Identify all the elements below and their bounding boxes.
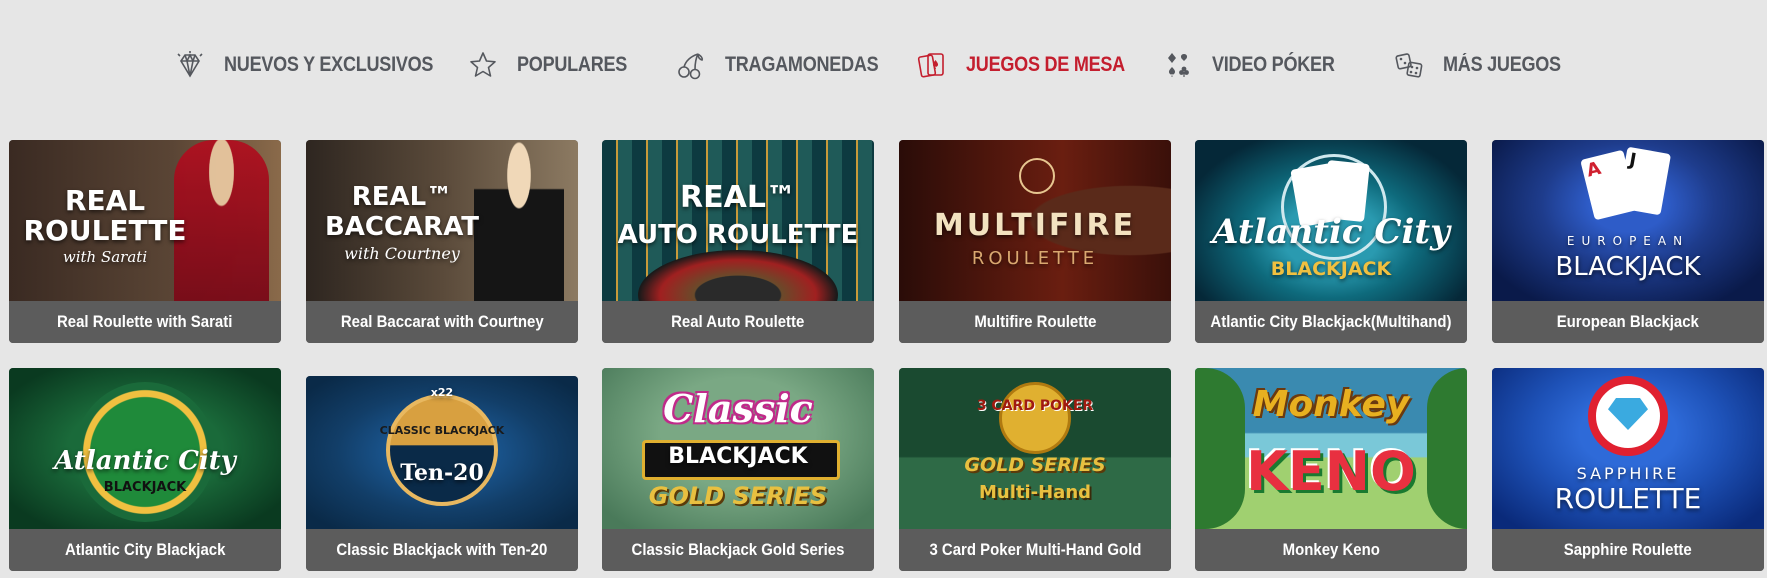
game-title: Sapphire Roulette xyxy=(1492,529,1764,571)
game-thumbnail: Monkey KENO xyxy=(1195,368,1467,529)
game-thumbnail: REAL ROULETTE with Sarati xyxy=(9,140,281,301)
game-card[interactable]: Classic BLACKJACK GOLD SERIES Classic Bl… xyxy=(602,368,874,571)
game-thumbnail: Atlantic City BLACKJACK xyxy=(1195,140,1467,301)
game-thumbnail: REAL™ AUTO ROULETTE xyxy=(602,140,874,301)
game-card[interactable]: SAPPHIRE ROULETTE Sapphire Roulette xyxy=(1492,368,1764,571)
game-card[interactable]: Atlantic City BLACKJACK Atlantic City Bl… xyxy=(1195,140,1467,343)
game-thumbnail: x22 CLASSIC BLACKJACK Ten-20 xyxy=(306,376,578,529)
game-card[interactable]: A J EUROPEAN BLACKJACK European Blackjac… xyxy=(1492,140,1764,343)
game-title: Monkey Keno xyxy=(1195,529,1467,571)
game-thumbnail: Atlantic City BLACKJACK xyxy=(9,368,281,529)
game-thumbnail: REAL™ BACCARAT with Courtney xyxy=(306,140,578,301)
game-card[interactable]: Atlantic City BLACKJACK Atlantic City Bl… xyxy=(9,368,281,571)
game-thumbnail: A J EUROPEAN BLACKJACK xyxy=(1492,140,1764,301)
game-card[interactable]: REAL™ BACCARAT with Courtney Real Baccar… xyxy=(306,140,578,343)
game-title: Real Baccarat with Courtney xyxy=(306,301,578,343)
game-card[interactable]: MULTIFIRE ROULETTE Multifire Roulette xyxy=(899,140,1171,343)
game-title: Real Auto Roulette xyxy=(602,301,874,343)
game-card[interactable]: x22 CLASSIC BLACKJACK Ten-20 Classic Bla… xyxy=(306,376,578,571)
game-title: Real Roulette with Sarati xyxy=(9,301,281,343)
game-card[interactable]: Monkey KENO Monkey Keno xyxy=(1195,368,1467,571)
game-thumbnail: Classic BLACKJACK GOLD SERIES xyxy=(602,368,874,529)
game-title: Classic Blackjack Gold Series xyxy=(602,529,874,571)
game-title: Atlantic City Blackjack(Multihand) xyxy=(1195,301,1467,343)
games-grid: REAL ROULETTE with Sarati Real Roulette … xyxy=(0,0,1767,578)
game-thumbnail: SAPPHIRE ROULETTE xyxy=(1492,368,1764,529)
game-title: Multifire Roulette xyxy=(899,301,1171,343)
game-thumbnail: 3 CARD POKER GOLD SERIES Multi-Hand xyxy=(899,368,1171,529)
game-card[interactable]: REAL ROULETTE with Sarati Real Roulette … xyxy=(9,140,281,343)
game-title: Classic Blackjack with Ten-20 xyxy=(306,529,578,571)
game-card[interactable]: 3 CARD POKER GOLD SERIES Multi-Hand 3 Ca… xyxy=(899,368,1171,571)
game-card[interactable]: REAL™ AUTO ROULETTE Real Auto Roulette xyxy=(602,140,874,343)
game-title: European Blackjack xyxy=(1492,301,1764,343)
game-title: 3 Card Poker Multi-Hand Gold xyxy=(899,529,1171,571)
game-title: Atlantic City Blackjack xyxy=(9,529,281,571)
game-thumbnail: MULTIFIRE ROULETTE xyxy=(899,140,1171,301)
